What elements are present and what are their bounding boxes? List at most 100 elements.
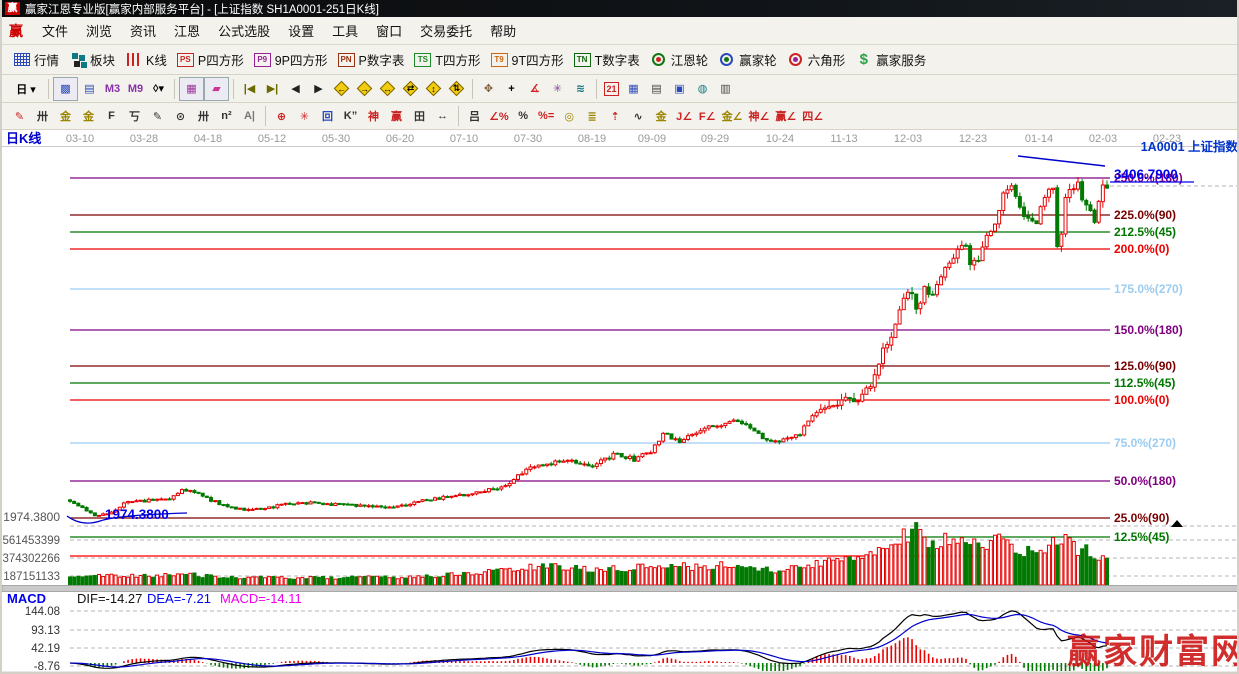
- compress-vertical-icon[interactable]: ⇅: [445, 77, 468, 101]
- menu-item-10[interactable]: 帮助: [481, 17, 525, 44]
- sectors-button[interactable]: 板块: [64, 48, 120, 72]
- square-target-icon[interactable]: 回: [316, 104, 339, 128]
- winner-wheel-button[interactable]: 赢家轮: [713, 48, 782, 72]
- menu-item-2[interactable]: 浏览: [77, 17, 121, 44]
- volume-bar: [185, 574, 188, 585]
- angle-measure-icon[interactable]: ∡: [523, 77, 546, 101]
- grid-square-icon[interactable]: 田: [408, 104, 431, 128]
- menu-item-3[interactable]: 资讯: [121, 17, 165, 44]
- macd-dea-line: [70, 614, 1107, 667]
- gann-grid-icon[interactable]: ▦: [179, 77, 204, 101]
- k-mark-icon[interactable]: K”: [339, 104, 362, 128]
- menu-item-1[interactable]: 文件: [33, 17, 77, 44]
- shift-left-icon[interactable]: ←: [330, 77, 353, 101]
- scale-chart-icon[interactable]: 吕: [463, 104, 486, 128]
- menu-item-5[interactable]: 公式选股: [209, 17, 279, 44]
- volume-bar: [927, 548, 930, 585]
- target-circle-icon[interactable]: ⊕: [270, 104, 293, 128]
- save-icon[interactable]: ▣: [668, 77, 691, 101]
- ying-angle-icon[interactable]: 赢∠: [772, 104, 799, 128]
- pen2-icon[interactable]: ✎: [146, 104, 169, 128]
- shen-ruler-icon[interactable]: 神: [362, 104, 385, 128]
- compress-horizontal-icon[interactable]: ⇄: [399, 77, 422, 101]
- spray-icon[interactable]: ⇡: [604, 104, 627, 128]
- percent-line-icon[interactable]: %=: [535, 104, 558, 128]
- p-square-button[interactable]: PSP四方形: [172, 48, 249, 72]
- 9t-square-button[interactable]: T99T四方形: [486, 48, 569, 72]
- candle-style-dropdown[interactable]: ◊▾: [147, 77, 170, 101]
- scale-chart-icon: 吕: [466, 108, 483, 125]
- hexagon-button[interactable]: 六角形: [782, 48, 851, 72]
- chart-canvas[interactable]: 250.0%(180)225.0%(90)212.5%(45)200.0%(0)…: [2, 130, 1239, 674]
- winner-service-button[interactable]: $赢家服务: [850, 48, 931, 72]
- n2-ruler-icon[interactable]: n²: [215, 104, 238, 128]
- volume-profile-icon[interactable]: ▰: [204, 77, 229, 101]
- gold-lines-icon[interactable]: ≣: [581, 104, 604, 128]
- 9p-square-button[interactable]: P99P四方形: [249, 48, 333, 72]
- t-square-button[interactable]: TST四方形: [409, 48, 485, 72]
- candle-body: [392, 507, 395, 508]
- crosshair-icon[interactable]: +: [500, 77, 523, 101]
- gann-level-label: 175.0%(270): [1114, 282, 1183, 296]
- j-angle-icon[interactable]: J∠: [673, 104, 696, 128]
- percent-angle-icon[interactable]: ∠%: [486, 104, 512, 128]
- menu-item-9[interactable]: 交易委托: [411, 17, 481, 44]
- candle-body: [682, 440, 685, 443]
- quotes-button[interactable]: 行情: [8, 48, 64, 72]
- menu-item-7[interactable]: 工具: [323, 17, 367, 44]
- ruler2-icon[interactable]: 卅: [192, 104, 215, 128]
- menu-item-4[interactable]: 江恩: [165, 17, 209, 44]
- shen-angle-icon[interactable]: 神∠: [746, 104, 773, 128]
- first-page-icon[interactable]: |◀: [238, 77, 261, 101]
- spiral-ruler-icon[interactable]: 丂: [123, 104, 146, 128]
- print-icon[interactable]: ▥: [714, 77, 737, 101]
- day-period-dropdown[interactable]: 日 ▾: [8, 77, 44, 101]
- expand-vertical-icon[interactable]: ↕: [422, 77, 445, 101]
- menu-item-6[interactable]: 设置: [279, 17, 323, 44]
- draw-pen-icon[interactable]: ✎: [8, 104, 31, 128]
- fib-ruler-icon[interactable]: F: [100, 104, 123, 128]
- gold-ruler-icon[interactable]: 金: [54, 104, 77, 128]
- overlay-3-icon[interactable]: M3: [101, 77, 124, 101]
- t-number-button[interactable]: TNT数字表: [569, 48, 645, 72]
- ying-ruler-icon[interactable]: 赢: [385, 104, 408, 128]
- percent-icon: %: [515, 108, 532, 125]
- last-page-icon[interactable]: ▶|: [261, 77, 284, 101]
- volume-bar: [127, 577, 130, 585]
- date-tick-label: 11-13: [830, 133, 857, 145]
- gold-circle-icon[interactable]: ◎: [558, 104, 581, 128]
- gann-wheel-button[interactable]: 江恩轮: [645, 48, 714, 72]
- width-arrow-icon[interactable]: ↔: [431, 104, 454, 128]
- calculator-icon[interactable]: ▦: [622, 77, 645, 101]
- indicator-window-icon[interactable]: ▩: [53, 77, 78, 101]
- report-icon[interactable]: ▤: [645, 77, 668, 101]
- gann-tools-icon[interactable]: ✳: [546, 77, 569, 101]
- mirror-angle-icon[interactable]: A|: [238, 104, 261, 128]
- calendar-icon[interactable]: 21: [601, 77, 622, 101]
- next-icon[interactable]: ▶: [307, 77, 330, 101]
- mind-map-icon[interactable]: ≋: [569, 77, 592, 101]
- overlay-9-icon[interactable]: M9: [124, 77, 147, 101]
- shift-right-icon[interactable]: →: [353, 77, 376, 101]
- p-number-button[interactable]: PNP数字表: [333, 48, 410, 72]
- menu-item-8[interactable]: 窗口: [367, 17, 411, 44]
- kline-button[interactable]: K线: [120, 48, 172, 72]
- gold-angle-icon[interactable]: 金∠: [719, 104, 746, 128]
- circle-compass-icon[interactable]: ⊙: [169, 104, 192, 128]
- info-panel-icon[interactable]: ▤: [78, 77, 101, 101]
- gann-ruler-icon: 卅: [34, 108, 51, 125]
- volume-bar: [558, 566, 561, 585]
- hand-tool-icon[interactable]: ✥: [477, 77, 500, 101]
- gold-ruler2-icon[interactable]: 金: [77, 104, 100, 128]
- gann-ruler-icon[interactable]: 卅: [31, 104, 54, 128]
- f-angle-icon[interactable]: F∠: [696, 104, 719, 128]
- web-save-icon[interactable]: ◍: [691, 77, 714, 101]
- expand-horizontal-icon[interactable]: ↔: [376, 77, 399, 101]
- prev-icon[interactable]: ◀: [284, 77, 307, 101]
- chart-area[interactable]: 250.0%(180)225.0%(90)212.5%(45)200.0%(0)…: [2, 130, 1239, 674]
- percent-icon[interactable]: %: [512, 104, 535, 128]
- gold-line-icon[interactable]: 金: [650, 104, 673, 128]
- star-circle-icon[interactable]: ✳: [293, 104, 316, 128]
- wave-icon[interactable]: ∿: [627, 104, 650, 128]
- four-angle-icon[interactable]: 四∠: [799, 104, 826, 128]
